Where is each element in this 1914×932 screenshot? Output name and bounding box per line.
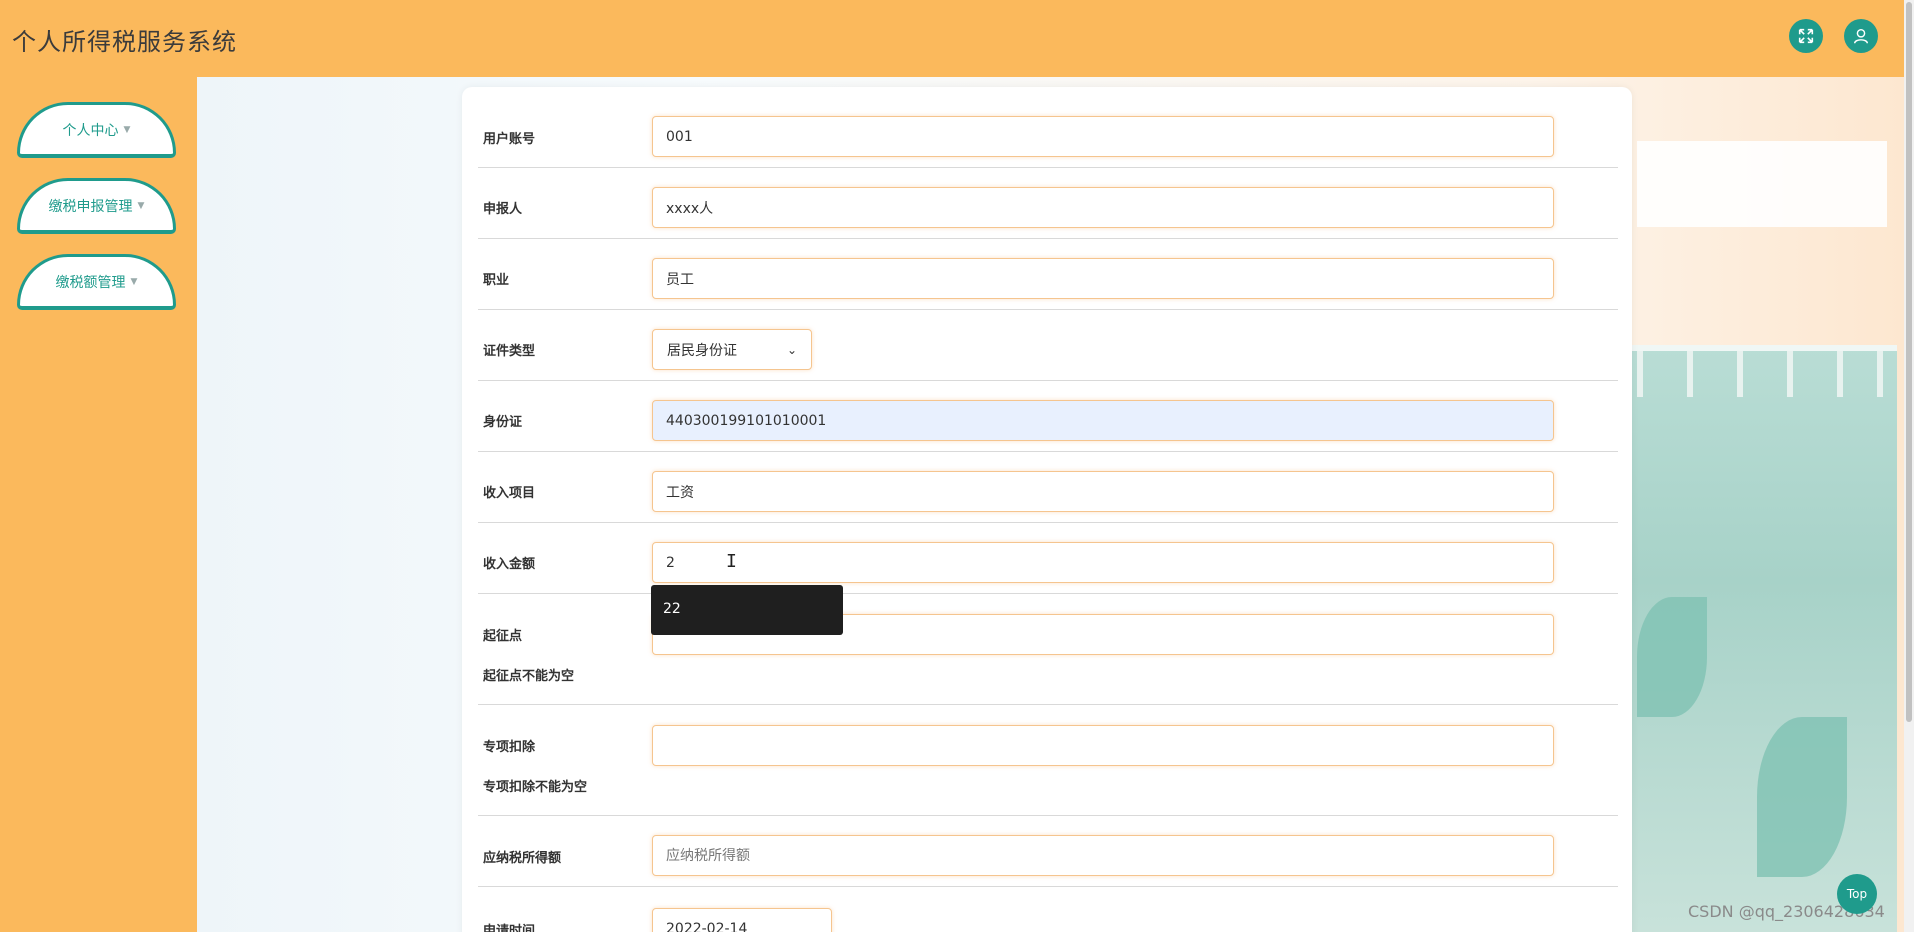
deduction-input[interactable] [652, 725, 1554, 766]
form-row-threshold: 起征点 起征点不能为空 [478, 594, 1618, 705]
income-amount-label: 收入金额 [483, 557, 536, 572]
account-input[interactable] [652, 116, 1554, 157]
taxable-label: 应纳税所得额 [483, 851, 562, 866]
id-number-input[interactable] [652, 400, 1554, 441]
chevron-down-icon: ⌄ [786, 342, 797, 357]
sidebar-item-label: 缴税申报管理 [48, 198, 133, 215]
sidebar-item-personal-center[interactable]: 个人中心 ▼ [17, 102, 176, 158]
background-decoration [1757, 717, 1847, 877]
app-title: 个人所得税服务系统 [12, 28, 237, 56]
text-cursor-icon: I [726, 551, 737, 572]
form-row-apply-time: 申请时间 [478, 887, 1618, 932]
caret-down-icon: ▼ [137, 200, 145, 211]
account-label: 用户账号 [483, 132, 536, 147]
form-row-id-number: 身份证 [478, 381, 1618, 452]
form-row-income-item: 收入项目 [478, 452, 1618, 523]
sidebar: 个人中心 ▼ 缴税申报管理 ▼ 缴税额管理 ▼ [0, 77, 197, 932]
apply-time-input[interactable] [652, 908, 832, 932]
caret-down-icon: ▼ [123, 124, 131, 135]
sidebar-item-label: 个人中心 [62, 122, 119, 139]
form-row-id-type: 证件类型 居民身份证 ⌄ [478, 310, 1618, 381]
deduction-error: 专项扣除不能为空 [483, 780, 588, 795]
user-button[interactable] [1844, 19, 1878, 53]
back-to-top-button[interactable]: Top [1837, 874, 1877, 914]
threshold-label: 起征点 [483, 629, 523, 644]
taxable-input[interactable] [652, 835, 1554, 876]
autocomplete-suggestion[interactable]: 22 [651, 585, 843, 635]
occupation-label: 职业 [483, 273, 510, 288]
deduction-label: 专项扣除 [483, 740, 536, 755]
form-row-account: 用户账号 [478, 104, 1618, 168]
applicant-input[interactable] [652, 187, 1554, 228]
top-header: 个人所得税服务系统 [0, 0, 1904, 77]
scrollbar-thumb[interactable] [1906, 2, 1912, 722]
form-row-applicant: 申报人 [478, 168, 1618, 239]
id-number-label: 身份证 [483, 415, 523, 430]
income-item-label: 收入项目 [483, 486, 536, 501]
user-icon [1853, 28, 1869, 44]
threshold-error: 起征点不能为空 [483, 669, 575, 684]
form-row-deduction: 专项扣除 专项扣除不能为空 [478, 705, 1618, 816]
income-item-input[interactable] [652, 471, 1554, 512]
form-row-taxable: 应纳税所得额 [478, 816, 1618, 887]
income-amount-input[interactable] [652, 542, 1554, 583]
background-decoration [1637, 597, 1707, 717]
autocomplete-item[interactable]: 22 [663, 601, 681, 617]
background-decoration [1637, 141, 1887, 227]
apply-time-label: 申请时间 [483, 924, 536, 932]
form-row-occupation: 职业 [478, 239, 1618, 310]
form-row-income-amount: 收入金额 [478, 523, 1618, 594]
background-decoration [1607, 345, 1897, 397]
sidebar-item-tax-declaration[interactable]: 缴税申报管理 ▼ [17, 178, 176, 234]
id-type-select[interactable]: 居民身份证 ⌄ [652, 329, 812, 370]
sidebar-item-tax-amount[interactable]: 缴税额管理 ▼ [17, 254, 176, 310]
occupation-input[interactable] [652, 258, 1554, 299]
id-type-value: 居民身份证 [667, 342, 737, 359]
id-type-label: 证件类型 [483, 344, 536, 359]
expand-icon [1798, 28, 1814, 44]
caret-down-icon: ▼ [130, 276, 138, 287]
applicant-label: 申报人 [483, 202, 523, 217]
sidebar-item-label: 缴税额管理 [55, 274, 126, 291]
fullscreen-button[interactable] [1789, 19, 1823, 53]
